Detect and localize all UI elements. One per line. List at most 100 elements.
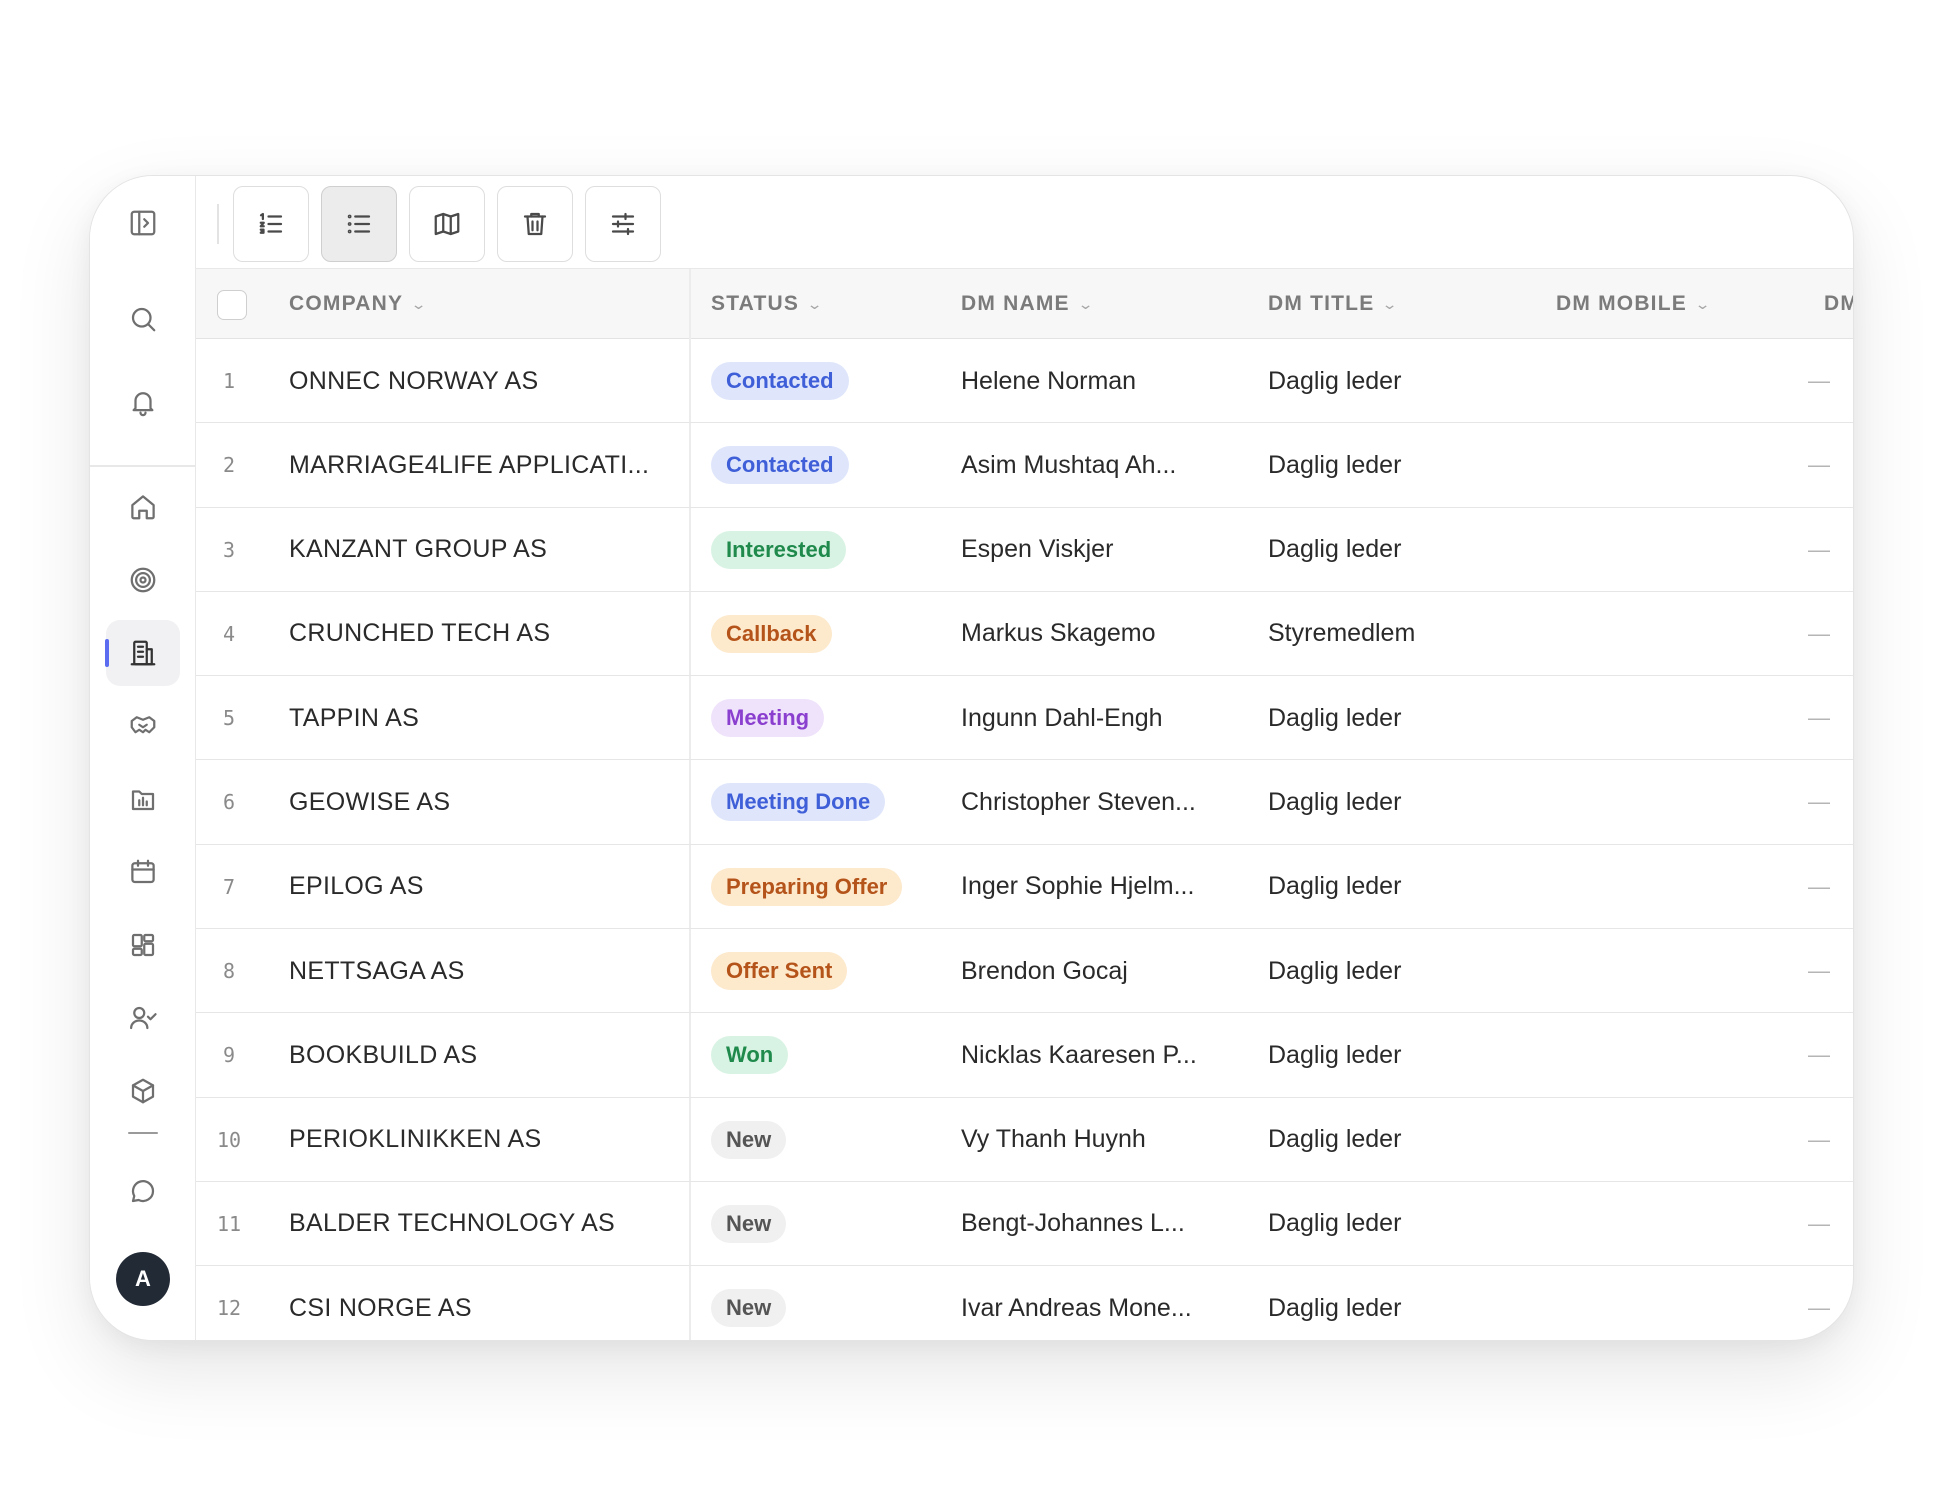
status-cell[interactable]: Contacted — [711, 423, 849, 507]
status-cell[interactable]: New — [711, 1182, 787, 1266]
company-cell[interactable]: CRUNCHED TECH AS — [289, 592, 550, 676]
column-header-dm-mobile[interactable]: DM MOBILE ⌄ — [1556, 269, 1711, 339]
dm-title-cell[interactable]: Daglig leder — [1268, 1182, 1401, 1266]
sidebar-toggle-icon[interactable] — [106, 190, 180, 256]
dm-title-cell[interactable]: Daglig leder — [1268, 1013, 1401, 1097]
column-header-dm-name[interactable]: DM NAME ⌄ — [961, 269, 1094, 339]
status-cell[interactable]: Meeting — [711, 676, 825, 760]
status-badge[interactable]: Offer Sent — [711, 952, 848, 991]
ordered-list-button[interactable] — [233, 186, 309, 262]
dm-name-cell[interactable]: Ingunn Dahl-Engh — [961, 676, 1163, 760]
table-row[interactable]: 5 TAPPIN AS Meeting Ingunn Dahl-Engh Daglig … — [196, 676, 1853, 761]
dm-title-cell[interactable]: Daglig leder — [1268, 929, 1401, 1013]
table-row[interactable]: 8 NETTSAGA AS Offer Sent Brendon Gocaj Dagli… — [196, 929, 1853, 1014]
status-badge[interactable]: Meeting — [711, 699, 825, 738]
column-header-dm-title[interactable]: DM TITLE ⌄ — [1268, 269, 1398, 339]
table-row[interactable]: 7 EPILOG AS Preparing Offer Inger Sophie Hj… — [196, 845, 1853, 930]
status-cell[interactable]: Meeting Done — [711, 760, 886, 844]
dm-name-cell[interactable]: Espen Viskjer — [961, 508, 1113, 592]
status-cell[interactable]: Interested — [711, 508, 847, 592]
grid-icon[interactable] — [106, 912, 180, 978]
status-cell[interactable]: Callback — [711, 592, 832, 676]
delete-button[interactable] — [497, 186, 573, 262]
status-badge[interactable]: New — [711, 1120, 787, 1159]
table-row[interactable]: 3 KANZANT GROUP AS Interested Espen Viskjer… — [196, 508, 1853, 592]
status-badge[interactable]: Won — [711, 1036, 789, 1075]
calendar-icon[interactable] — [106, 839, 180, 905]
dm-name-cell[interactable]: Vy Thanh Huynh — [961, 1098, 1146, 1182]
dm-name-cell[interactable]: Bengt-Johannes L... — [961, 1182, 1185, 1266]
table-row[interactable]: 9 BOOKBUILD AS Won Nicklas Kaaresen P... Dag… — [196, 1013, 1853, 1098]
dm-name-cell[interactable]: Helene Norman — [961, 339, 1136, 423]
chat-icon[interactable] — [106, 1158, 180, 1224]
table-row[interactable]: 12 CSI NORGE AS New Ivar Andreas Mone... Dag… — [196, 1266, 1853, 1340]
dm-title-cell[interactable]: Daglig leder — [1268, 508, 1401, 592]
column-label: COMPANY — [289, 292, 404, 315]
company-cell[interactable]: EPILOG AS — [289, 845, 424, 929]
column-header-company[interactable]: COMPANY ⌄ — [289, 269, 427, 339]
table-row[interactable]: 1 ONNEC NORWAY AS Contacted Helene Norman Da… — [196, 339, 1853, 424]
map-view-button[interactable] — [409, 186, 485, 262]
dm-title-cell[interactable]: Daglig leder — [1268, 676, 1401, 760]
company-cell[interactable]: MARRIAGE4LIFE APPLICATI... — [289, 423, 649, 507]
company-cell[interactable]: BALDER TECHNOLOGY AS — [289, 1182, 615, 1266]
company-cell[interactable]: GEOWISE AS — [289, 760, 450, 844]
dm-title-cell[interactable]: Daglig leder — [1268, 339, 1401, 423]
company-cell[interactable]: CSI NORGE AS — [289, 1266, 472, 1340]
dm-name-cell[interactable]: Inger Sophie Hjelm... — [961, 845, 1194, 929]
company-cell[interactable]: ONNEC NORWAY AS — [289, 339, 538, 423]
dm-name-cell[interactable]: Brendon Gocaj — [961, 929, 1128, 1013]
home-icon[interactable] — [106, 474, 180, 540]
dm-name-cell[interactable]: Ivar Andreas Mone... — [961, 1266, 1192, 1340]
dm-title-cell[interactable]: Daglig leder — [1268, 423, 1401, 507]
target-icon[interactable] — [106, 547, 180, 613]
table-row[interactable]: 6 GEOWISE AS Meeting Done Christopher Steve… — [196, 760, 1853, 845]
dm-title-cell[interactable]: Daglig leder — [1268, 1266, 1401, 1340]
list-view-button[interactable] — [321, 186, 397, 262]
avatar[interactable]: A — [116, 1252, 170, 1306]
search-icon[interactable] — [106, 286, 180, 352]
company-cell[interactable]: TAPPIN AS — [289, 676, 419, 760]
status-cell[interactable]: Contacted — [711, 339, 849, 423]
status-badge[interactable]: Contacted — [711, 362, 849, 400]
column-header-dm[interactable]: DM — [1824, 269, 1853, 339]
dm-title-cell[interactable]: Daglig leder — [1268, 845, 1401, 929]
dm-title-cell[interactable]: Daglig leder — [1268, 1098, 1401, 1182]
handshake-icon[interactable] — [106, 693, 180, 759]
status-badge[interactable]: Contacted — [711, 446, 849, 485]
company-cell[interactable]: KANZANT GROUP AS — [289, 508, 547, 592]
select-all-checkbox[interactable] — [217, 290, 247, 320]
filter-settings-button[interactable] — [585, 186, 661, 262]
status-cell[interactable]: Offer Sent — [711, 929, 848, 1013]
dm-title-cell[interactable]: Daglig leder — [1268, 760, 1401, 844]
table-row[interactable]: 4 CRUNCHED TECH AS Callback Markus Skagemo S… — [196, 592, 1853, 677]
status-badge[interactable]: Meeting Done — [711, 783, 886, 822]
status-badge[interactable]: Interested — [711, 530, 847, 569]
table-row[interactable]: 10 PERIOKLINIKKEN AS New Vy Thanh Huynh Dagl… — [196, 1098, 1853, 1182]
box-icon[interactable] — [106, 1058, 180, 1124]
table-row[interactable]: 11 BALDER TECHNOLOGY AS New Bengt-Johannes … — [196, 1182, 1853, 1267]
chart-icon[interactable] — [106, 766, 180, 832]
status-badge[interactable]: New — [711, 1204, 787, 1243]
user-check-icon[interactable] — [106, 985, 180, 1051]
status-cell[interactable]: Preparing Offer — [711, 845, 903, 929]
company-cell[interactable]: PERIOKLINIKKEN AS — [289, 1098, 541, 1182]
status-badge[interactable]: New — [711, 1289, 787, 1328]
table-row[interactable]: 2 MARRIAGE4LIFE APPLICATI... Contacted Asim… — [196, 423, 1853, 508]
status-badge[interactable]: Callback — [711, 614, 832, 653]
status-badge[interactable]: Preparing Offer — [711, 867, 903, 906]
dm-name-cell[interactable]: Christopher Steven... — [961, 760, 1196, 844]
column-header-status[interactable]: STATUS ⌄ — [711, 269, 823, 339]
company-cell[interactable]: NETTSAGA AS — [289, 929, 465, 1013]
company-cell[interactable]: BOOKBUILD AS — [289, 1013, 477, 1097]
dm-name-cell[interactable]: Nicklas Kaaresen P... — [961, 1013, 1197, 1097]
bell-icon[interactable] — [106, 369, 180, 435]
dm-name-cell[interactable]: Asim Mushtaq Ah... — [961, 423, 1176, 507]
building-icon[interactable] — [106, 620, 180, 686]
status-cell[interactable]: New — [711, 1098, 787, 1182]
row-number: 7 — [222, 874, 236, 899]
dm-title-cell[interactable]: Styremedlem — [1268, 592, 1415, 676]
dm-name-cell[interactable]: Markus Skagemo — [961, 592, 1156, 676]
status-cell[interactable]: Won — [711, 1013, 789, 1097]
status-cell[interactable]: New — [711, 1266, 787, 1340]
